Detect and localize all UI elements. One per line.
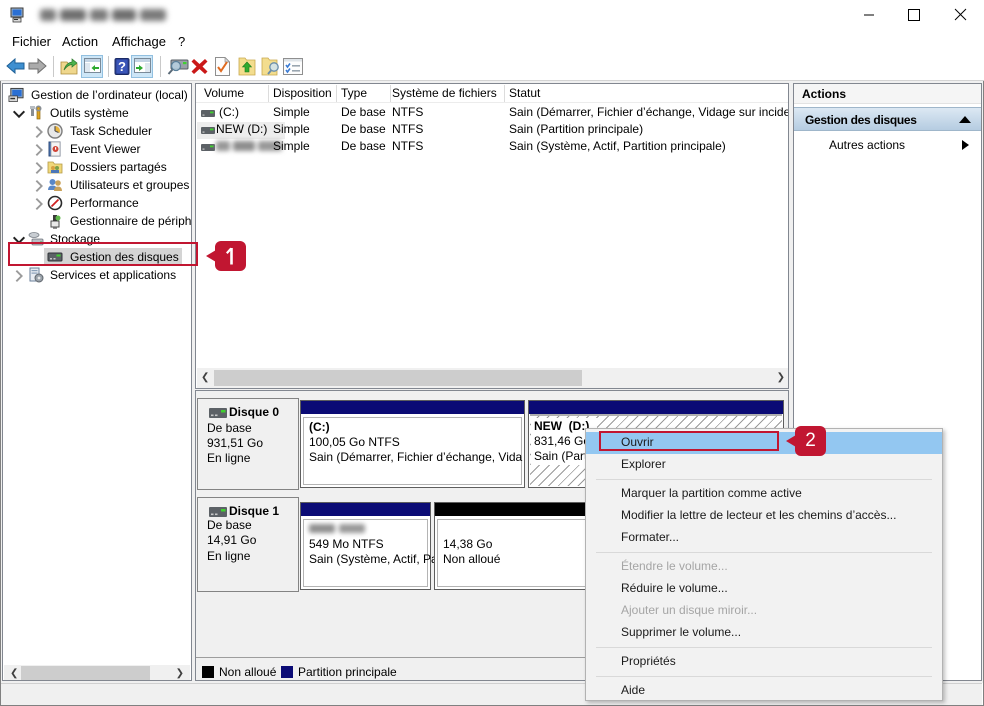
svg-text:?: ? (118, 59, 126, 74)
